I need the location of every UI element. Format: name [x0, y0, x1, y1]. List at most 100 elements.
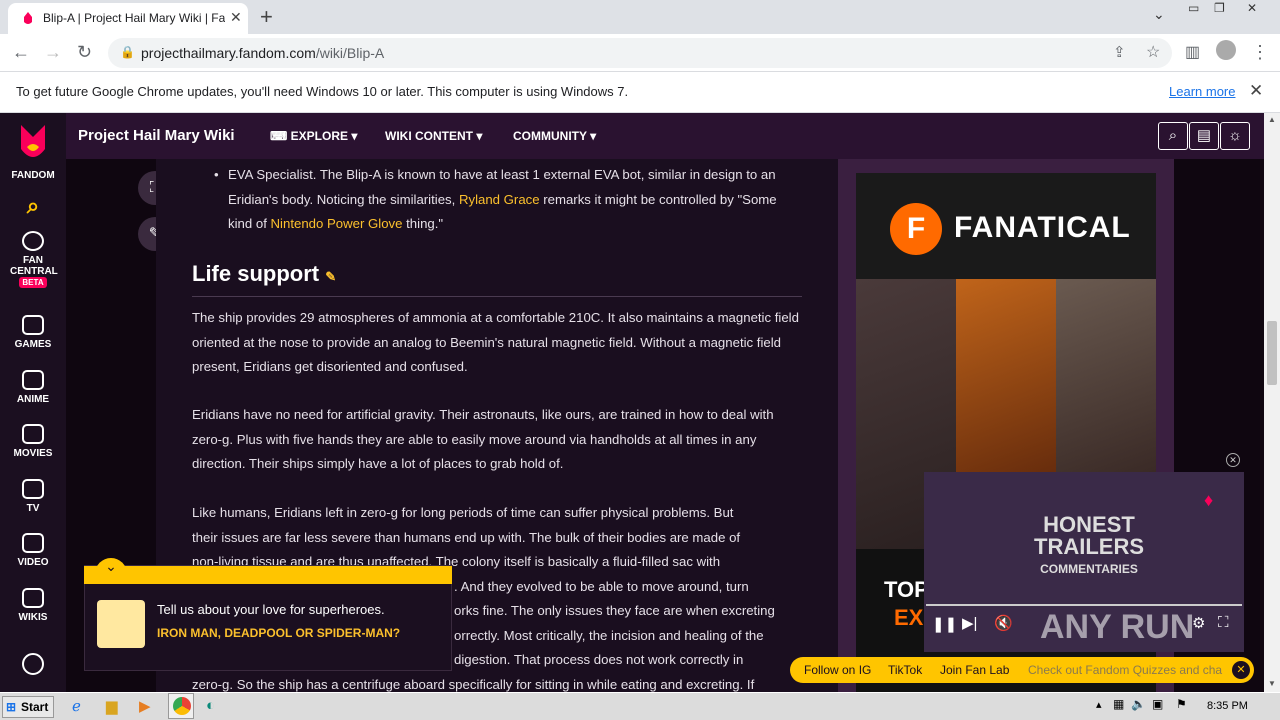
bullet-text: thing." — [402, 216, 444, 231]
eva-bullet: • EVA Specialist. The Blip-A is known to… — [214, 163, 804, 237]
anime-face-icon — [22, 370, 44, 390]
theme-toggle-icon[interactable]: ☼ — [1220, 122, 1250, 150]
rail-item-tv[interactable]: TV — [0, 479, 66, 514]
back-icon[interactable]: ← — [12, 42, 30, 63]
start-button[interactable]: ⊞ Start — [2, 696, 54, 718]
rail-item-movies[interactable]: MOVIES — [0, 424, 66, 459]
rail-item-label: FAN CENTRAL — [10, 255, 58, 277]
nav-community[interactable]: COMMUNITY ▾ — [513, 129, 596, 143]
scroll-up-icon[interactable]: ▲ — [1268, 115, 1276, 124]
quizzes-link[interactable]: Check out Fandom Quizzes and cha — [1028, 663, 1222, 677]
share-icon[interactable]: ⇪ — [1113, 43, 1126, 61]
rail-item-wikis[interactable]: WIKIS — [0, 588, 66, 623]
video-player[interactable]: HONEST TRAILERS COMMENTARIES ♦ ❚❚ ▶| 🔇 ⚙… — [924, 472, 1244, 652]
fandom-logo-icon — [21, 125, 45, 157]
minimize-button[interactable]: ▭ — [1188, 1, 1199, 15]
explore-icon: ⌨ — [270, 129, 291, 143]
maximize-button[interactable]: ❐ — [1214, 1, 1225, 15]
nav-wiki-content[interactable]: WIKI CONTENT ▾ — [385, 129, 482, 143]
section-heading: Life support ✎ — [192, 261, 336, 287]
pause-icon[interactable]: ❚❚ — [932, 615, 957, 633]
nintendo-power-glove-link[interactable]: Nintendo Power Glove — [271, 216, 403, 231]
tray-expand-icon[interactable]: ▴ — [1096, 698, 1102, 711]
volume-icon[interactable]: 🔈 — [1131, 697, 1146, 711]
ryland-grace-link[interactable]: Ryland Grace — [459, 192, 540, 207]
ad-banner: F FANATICAL — [856, 173, 1156, 279]
join-fan-lab-link[interactable]: Join Fan Lab — [940, 663, 1009, 677]
chrome-update-infobar: To get future Google Chrome updates, you… — [0, 72, 1280, 113]
book-icon — [22, 588, 44, 608]
media-player-icon[interactable]: ▶ — [139, 697, 151, 715]
chrome-menu-icon[interactable]: ⋮ — [1251, 42, 1269, 63]
rocket-icon — [22, 231, 44, 251]
video-title-line: COMMENTARIES — [1040, 562, 1138, 576]
superhero-quiz-icon — [97, 600, 145, 648]
tab-search-icon[interactable]: ⌄ — [1153, 6, 1165, 23]
wiki-name[interactable]: Project Hail Mary Wiki — [78, 127, 235, 144]
action-center-flag-icon[interactable]: ⚑ — [1176, 697, 1187, 711]
chrome-taskbar-button[interactable] — [168, 693, 194, 719]
search-icon[interactable]: ⌕ — [1158, 122, 1188, 150]
rail-item-label: WIKIS — [18, 612, 48, 623]
mute-icon[interactable]: 🔇 — [994, 614, 1013, 632]
follow-ig-link[interactable]: Follow on IG — [804, 663, 871, 677]
rail-item-label: ANIME — [16, 394, 50, 405]
bookmark-star-icon[interactable]: ☆ — [1146, 42, 1160, 62]
close-window-button[interactable]: ✕ — [1247, 1, 1257, 15]
lock-icon[interactable]: 🔒 — [120, 45, 135, 59]
rail-search-icon[interactable]: ⌕ — [0, 193, 66, 219]
rail-item-games[interactable]: GAMES — [0, 315, 66, 350]
address-bar[interactable]: 🔒 projecthailmary.fandom.com/wiki/Blip-A… — [108, 38, 1172, 68]
next-icon[interactable]: ▶| — [962, 614, 977, 632]
rail-item-video[interactable]: VIDEO — [0, 533, 66, 568]
ad-headline: TOP — [884, 577, 929, 602]
video-close-icon[interactable]: ✕ — [1226, 453, 1240, 467]
wiki-header: Project Hail Mary Wiki ⌨ EXPLORE ▾ WIKI … — [66, 113, 1280, 159]
forward-icon[interactable]: → — [44, 42, 62, 63]
scroll-thumb[interactable] — [1267, 321, 1277, 385]
promo-question: Tell us about your love for superheroes. — [157, 602, 385, 617]
reload-icon[interactable]: ↻ — [77, 42, 92, 63]
page-content: ⛶ ✎ • EVA Specialist. The Blip-A is know… — [66, 159, 1264, 693]
video-progress-bar[interactable] — [926, 604, 1242, 606]
collapse-chevron-icon[interactable]: ⌄ — [95, 558, 127, 580]
video-title: HONEST TRAILERS COMMENTARIES — [1014, 514, 1164, 580]
scroll-down-icon[interactable]: ▼ — [1268, 679, 1276, 688]
ie-icon[interactable]: ℯ — [72, 697, 81, 715]
gamepad-icon — [22, 315, 44, 335]
learn-more-link[interactable]: Learn more — [1169, 84, 1235, 99]
browser-toolbar: ← → ↻ 🔒 projecthailmary.fandom.com/wiki/… — [0, 34, 1280, 72]
text-line: their issues are far less severe than hu… — [192, 529, 741, 545]
rail-item-label: MOVIES — [13, 448, 53, 459]
security-icon[interactable]: ▣ — [1152, 697, 1163, 711]
discussions-icon[interactable]: ▤ — [1189, 122, 1219, 150]
tab-close-icon[interactable]: ✕ — [230, 9, 242, 26]
superhero-promo-card[interactable]: ⌄ Tell us about your love for superheroe… — [84, 558, 452, 671]
edit-section-icon[interactable]: ✎ — [325, 269, 336, 284]
user-avatar-icon — [22, 653, 44, 675]
promo-answer[interactable]: IRON MAN, DEADPOOL OR SPIDER-MAN? — [157, 626, 427, 641]
edge-icon[interactable]: ◐ — [206, 697, 215, 714]
fandom-logo[interactable]: FANDOM — [0, 121, 66, 181]
social-bar-close-icon[interactable]: ✕ — [1232, 661, 1250, 679]
windows-taskbar: ⊞ Start ℯ ▆ ▶ ◐ ▴ ▦ 🔈 ▣ ⚑ 8:35 PM — [0, 692, 1280, 720]
nav-explore[interactable]: ⌨ EXPLORE ▾ — [270, 129, 357, 143]
clock[interactable]: 8:35 PM — [1207, 700, 1248, 712]
social-bar: Follow on IG TikTok Join Fan Lab Check o… — [790, 657, 1254, 683]
rail-user-account[interactable] — [0, 653, 66, 679]
explorer-folder-icon[interactable]: ▆ — [106, 697, 118, 715]
profile-avatar-icon[interactable] — [1216, 40, 1236, 60]
network-icon[interactable]: ▦ — [1113, 697, 1124, 711]
nav-community-label: COMMUNITY — [513, 129, 587, 143]
new-tab-button[interactable]: + — [260, 4, 273, 30]
side-panel-icon[interactable]: ▥ — [1185, 42, 1200, 62]
start-label: Start — [21, 700, 49, 714]
fullscreen-icon[interactable]: ⛶ — [1218, 614, 1229, 631]
tiktok-link[interactable]: TikTok — [888, 663, 922, 677]
bullet-dot: • — [214, 167, 219, 182]
rail-item-fan-central[interactable]: FAN CENTRAL BETA — [0, 231, 66, 288]
page-scrollbar[interactable]: ▲ ▼ — [1264, 113, 1280, 692]
browser-tab[interactable]: Blip-A | Project Hail Mary Wiki | Fandom… — [8, 3, 248, 34]
infobar-close-icon[interactable]: ✕ — [1249, 81, 1263, 101]
rail-item-anime[interactable]: ANIME — [0, 370, 66, 405]
